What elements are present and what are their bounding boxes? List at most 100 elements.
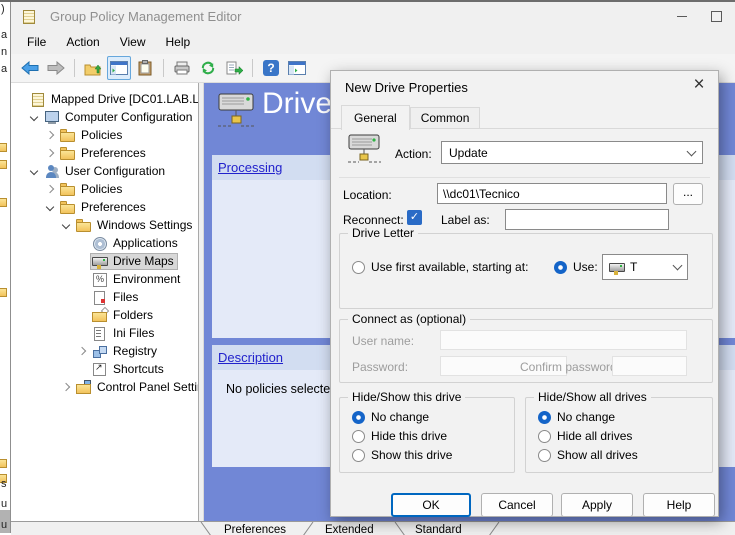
tab-standard[interactable]: Standard [415, 524, 462, 535]
show-all-drives-radio[interactable]: Show all drives [538, 448, 638, 462]
files-icon [92, 290, 109, 305]
tab-preferences[interactable]: Preferences [224, 524, 286, 535]
folder-icon [0, 198, 7, 207]
bg-text-fragment: ) [1, 3, 5, 15]
dialog-title: New Drive Properties [345, 80, 468, 95]
folder-icon [0, 459, 7, 468]
control-panel-folder-icon [76, 380, 93, 395]
tree-item-computer-configuration[interactable]: Computer Configuration [11, 108, 198, 126]
menu-file[interactable]: File [17, 31, 56, 53]
refresh-icon[interactable] [196, 56, 220, 80]
background-window-top-edge [0, 0, 735, 2]
radio-off-icon[interactable] [352, 430, 365, 443]
tree-item-preferences[interactable]: Preferences [11, 144, 198, 162]
description-link[interactable]: Description [218, 350, 283, 365]
label-as-input[interactable] [505, 209, 669, 230]
apply-button[interactable]: Apply [561, 493, 633, 517]
tree-item-shortcuts[interactable]: Shortcuts [11, 360, 198, 378]
close-icon[interactable]: × [688, 74, 710, 96]
tree-item-files[interactable]: Files [11, 288, 198, 306]
tree-item-user-configuration[interactable]: User Configuration [11, 162, 198, 180]
tree-item-applications[interactable]: Applications [11, 234, 198, 252]
background-window-sliver: ) a n a s u u [0, 2, 10, 533]
radio-on-icon[interactable] [538, 411, 551, 424]
radio-off-icon[interactable] [352, 261, 365, 274]
tree-item-user-preferences[interactable]: Preferences [11, 198, 198, 216]
ok-button[interactable]: OK [391, 493, 471, 517]
use-first-available-radio[interactable]: Use first available, starting at: [352, 260, 528, 274]
show-this-drive-radio[interactable]: Show this drive [352, 448, 452, 462]
user-name-label: User name: [352, 334, 414, 348]
new-drive-properties-dialog: New Drive Properties × General Common Ac… [330, 70, 719, 517]
chevron-collapsed-icon[interactable] [78, 347, 86, 355]
processing-link[interactable]: Processing [218, 160, 282, 175]
drive-letter-value: T [630, 260, 670, 274]
tab-extended[interactable]: Extended [325, 524, 374, 535]
radio-on-icon[interactable] [352, 411, 365, 424]
tree-item-control-panel-settings[interactable]: Control Panel Setting [11, 378, 198, 396]
menu-help[interactable]: Help [156, 31, 201, 53]
radio-on-icon[interactable] [554, 261, 567, 274]
radio-off-icon[interactable] [538, 449, 551, 462]
export-list-icon[interactable] [222, 56, 246, 80]
menu-action[interactable]: Action [56, 31, 109, 53]
tab-general[interactable]: General [341, 105, 410, 130]
chevron-collapsed-icon[interactable] [46, 185, 54, 193]
connect-as-group-title: Connect as (optional) [348, 312, 470, 326]
action-select[interactable]: Update [441, 141, 703, 164]
cancel-button[interactable]: Cancel [481, 493, 553, 517]
user-name-input [440, 330, 687, 350]
radio-off-icon[interactable] [352, 449, 365, 462]
folder-icon [60, 128, 77, 143]
folder-icon [0, 143, 7, 152]
tree-item-policies[interactable]: Policies [11, 126, 198, 144]
chevron-collapsed-icon[interactable] [62, 383, 70, 391]
new-window-icon[interactable] [285, 56, 309, 80]
tab-common[interactable]: Common [410, 107, 481, 129]
tree-item-windows-settings[interactable]: Windows Settings [11, 216, 198, 234]
menu-view[interactable]: View [110, 31, 156, 53]
chevron-expanded-icon[interactable] [46, 203, 54, 211]
tree-item-drive-maps[interactable]: Drive Maps [11, 252, 198, 270]
print-icon[interactable] [170, 56, 194, 80]
tree-item-registry[interactable]: Registry [11, 342, 198, 360]
location-input[interactable] [437, 183, 667, 204]
password-label: Password: [352, 360, 408, 374]
clipboard-icon[interactable] [133, 56, 157, 80]
hide-all-drives-radio[interactable]: Hide all drives [538, 429, 632, 443]
show-console-tree-icon[interactable] [107, 56, 131, 80]
tree-item-folders[interactable]: Folders [11, 306, 198, 324]
chevron-expanded-icon[interactable] [62, 221, 70, 229]
dialog-tabs: General Common [341, 104, 480, 129]
browse-button[interactable]: ... [673, 183, 703, 205]
help-icon[interactable]: ? [259, 56, 283, 80]
forward-icon[interactable] [44, 56, 68, 80]
bg-text-fragment: s [1, 478, 7, 490]
hide-show-this-title: Hide/Show this drive [348, 390, 465, 404]
all-no-change-radio[interactable]: No change [538, 410, 615, 424]
folder-icon [60, 182, 77, 197]
chevron-collapsed-icon[interactable] [46, 149, 54, 157]
use-radio[interactable]: Use: [554, 260, 598, 274]
tree-item-ini-files[interactable]: Ini Files [11, 324, 198, 342]
selected-item-highlight: Drive Maps [90, 253, 178, 270]
tree-item-user-policies[interactable]: Policies [11, 180, 198, 198]
this-no-change-radio[interactable]: No change [352, 410, 429, 424]
chevron-collapsed-icon[interactable] [46, 131, 54, 139]
reconnect-checkbox[interactable] [407, 210, 422, 225]
tree-item-mapped-drive-gpo[interactable]: Mapped Drive [DC01.LAB.LOCA [11, 90, 198, 108]
tree-item-environment[interactable]: Environment [11, 270, 198, 288]
folder-icon [76, 218, 93, 233]
folder-icon [0, 288, 7, 297]
back-icon[interactable] [18, 56, 42, 80]
up-one-level-icon[interactable] [81, 56, 105, 80]
drive-letter-select[interactable]: T [602, 254, 688, 280]
radio-off-icon[interactable] [538, 430, 551, 443]
hide-this-drive-radio[interactable]: Hide this drive [352, 429, 447, 443]
chevron-expanded-icon[interactable] [30, 167, 38, 175]
gpo-scroll-icon [30, 92, 47, 107]
minimize-button[interactable] [669, 6, 695, 26]
maximize-button[interactable] [703, 6, 729, 26]
chevron-expanded-icon[interactable] [30, 113, 38, 121]
help-button[interactable]: Help [643, 493, 715, 517]
